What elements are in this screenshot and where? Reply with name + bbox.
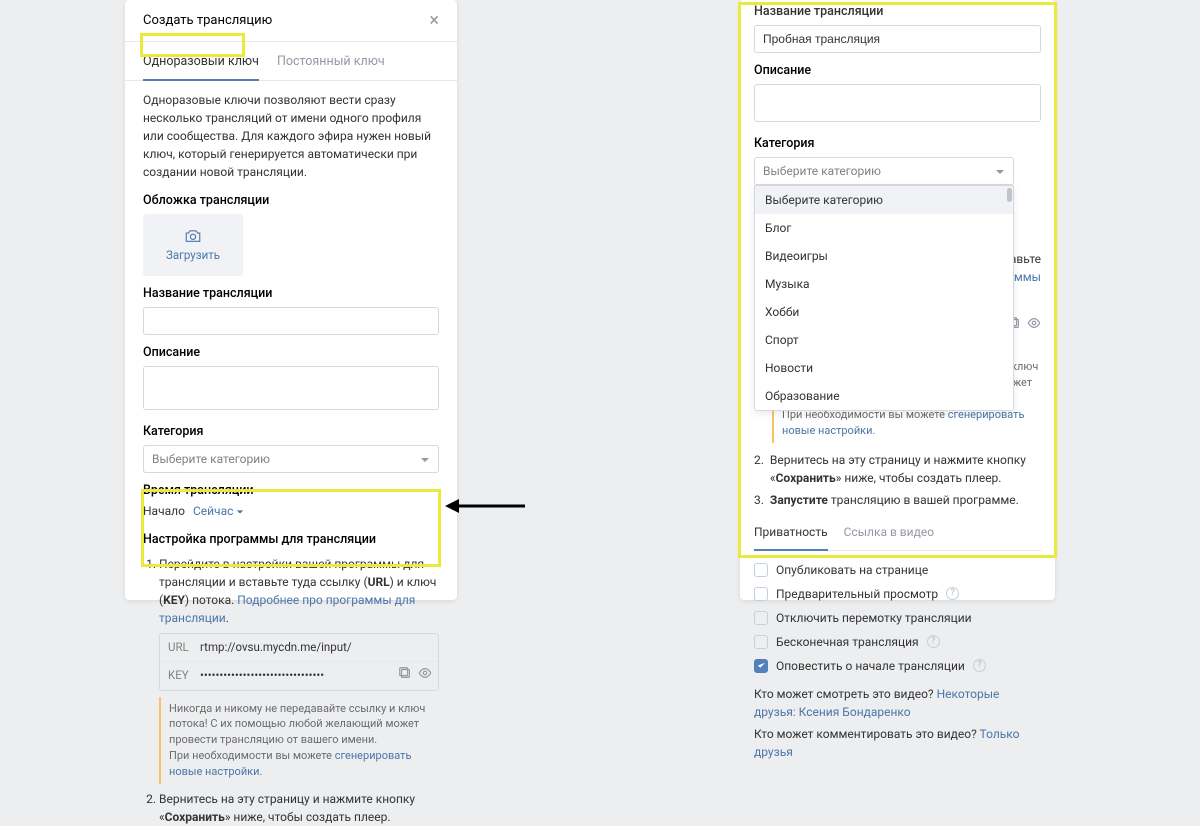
url-key-box: URL rtmp://ovsu.mycdn.me/input/ KEY ••••… [159, 633, 439, 691]
keys-description: Одноразовые ключи позволяют вести сразу … [143, 91, 439, 181]
dropdown-item[interactable]: Видеоигры [755, 242, 1013, 270]
category-select[interactable]: Выберите категорию [143, 445, 439, 473]
eye-icon[interactable] [418, 666, 432, 685]
upload-cover-button[interactable]: Загрузить [143, 214, 243, 276]
dropdown-item[interactable]: Блог [755, 214, 1013, 242]
start-now-link[interactable]: Сейчас [193, 504, 244, 518]
dialog-header: Создать трансляцию × [125, 0, 457, 42]
description-input[interactable] [143, 366, 439, 410]
time-label: Время трансляции [143, 483, 439, 498]
right-content: Название трансляции Описание Категория В… [740, 0, 1055, 761]
checkbox-checked-icon [754, 659, 768, 673]
chevron-down-icon [995, 166, 1005, 180]
step-3: Запустите трансляцию в вашей программе. [770, 491, 1019, 509]
dropdown-item[interactable]: Выберите категорию [755, 186, 1013, 214]
category-select[interactable]: Выберите категорию [754, 157, 1014, 185]
key-value[interactable]: •••••••••••••••••••••••••••••••• [200, 667, 324, 684]
key-row: KEY •••••••••••••••••••••••••••••••• [160, 661, 438, 689]
dialog-content: Одноразовые ключи позволяют вести сразу … [125, 81, 457, 826]
category-placeholder: Выберите категорию [152, 452, 270, 466]
perm-comment: Кто может комментировать это видео? Толь… [754, 725, 1041, 761]
privacy-tabs: Приватность Ссылка в видео [754, 523, 1041, 551]
create-stream-dialog-right: Название трансляции Описание Категория В… [740, 0, 1055, 600]
help-icon[interactable]: ? [946, 587, 959, 600]
url-row: URL rtmp://ovsu.mycdn.me/input/ [160, 634, 438, 661]
step-2: Вернитесь на эту страницу и нажмите кноп… [770, 451, 1041, 487]
copy-icon[interactable] [398, 666, 412, 685]
checkbox-icon [754, 635, 768, 649]
title-input[interactable] [143, 307, 439, 335]
title-label: Название трансляции [143, 286, 439, 301]
step-1: Перейдите в настройки вашей программы дл… [159, 555, 439, 784]
tab-privacy[interactable]: Приватность [754, 523, 828, 551]
description-label: Описание [143, 345, 439, 360]
key-tabs: Одноразовый ключ Постоянный ключ [125, 42, 457, 81]
category-label: Категория [754, 136, 1041, 151]
step-2: Вернитесь на эту страницу и нажмите кноп… [159, 790, 439, 826]
tab-video-link[interactable]: Ссылка в видео [844, 523, 934, 550]
close-icon[interactable]: × [429, 10, 439, 31]
title-label-trunc: Название трансляции [754, 4, 1041, 19]
dropdown-item[interactable]: Хобби [755, 298, 1013, 326]
eye-icon[interactable] [1027, 316, 1041, 335]
category-dropdown: Выберите категорию Блог Видеоигры Музыка… [754, 185, 1014, 411]
check-infinite[interactable]: Бесконечная трансляция ? [754, 633, 1041, 651]
checkbox-icon [754, 587, 768, 601]
create-stream-dialog-left: Создать трансляцию × Одноразовый ключ По… [125, 0, 457, 600]
url-value[interactable]: rtmp://ovsu.mycdn.me/input/ [200, 639, 352, 656]
cover-label: Обложка трансляции [143, 193, 439, 208]
dialog-title: Создать трансляцию [143, 13, 272, 28]
dropdown-item[interactable]: Образование [755, 382, 1013, 410]
help-icon[interactable]: ? [973, 659, 986, 672]
check-no-rewind[interactable]: Отключить перемотку трансляции [754, 609, 1041, 627]
setup-steps: Перейдите в настройки вашей программы дл… [143, 555, 439, 826]
dropdown-item[interactable]: Спорт [755, 326, 1013, 354]
start-label: Начало [143, 504, 185, 518]
warn-box: Никогда и никому не передавайте ссылку и… [159, 697, 439, 785]
setup-label: Настройка программы для трансляции [143, 532, 439, 547]
camera-icon [184, 229, 202, 246]
category-label: Категория [143, 424, 439, 439]
perm-watch: Кто может смотреть это видео? Некоторые … [754, 685, 1041, 721]
scrollbar-thumb[interactable] [1007, 188, 1012, 202]
checkbox-icon [754, 563, 768, 577]
help-icon[interactable]: ? [927, 635, 940, 648]
chevron-down-icon [420, 454, 430, 468]
check-notify[interactable]: Оповестить о начале трансляции ? [754, 657, 1041, 675]
tab-permanent-key[interactable]: Постоянный ключ [277, 54, 385, 80]
checkbox-icon [754, 611, 768, 625]
dropdown-item[interactable]: Новости [755, 354, 1013, 382]
check-publish[interactable]: Опубликовать на странице [754, 561, 1041, 579]
chevron-down-icon [236, 504, 244, 518]
description-input[interactable] [754, 84, 1041, 122]
tab-disposable-key[interactable]: Одноразовый ключ [143, 54, 259, 81]
dropdown-item[interactable]: Музыка [755, 270, 1013, 298]
arrow-icon [445, 497, 525, 519]
upload-label: Загрузить [166, 248, 220, 262]
description-label: Описание [754, 63, 1041, 78]
title-input[interactable] [754, 25, 1041, 53]
